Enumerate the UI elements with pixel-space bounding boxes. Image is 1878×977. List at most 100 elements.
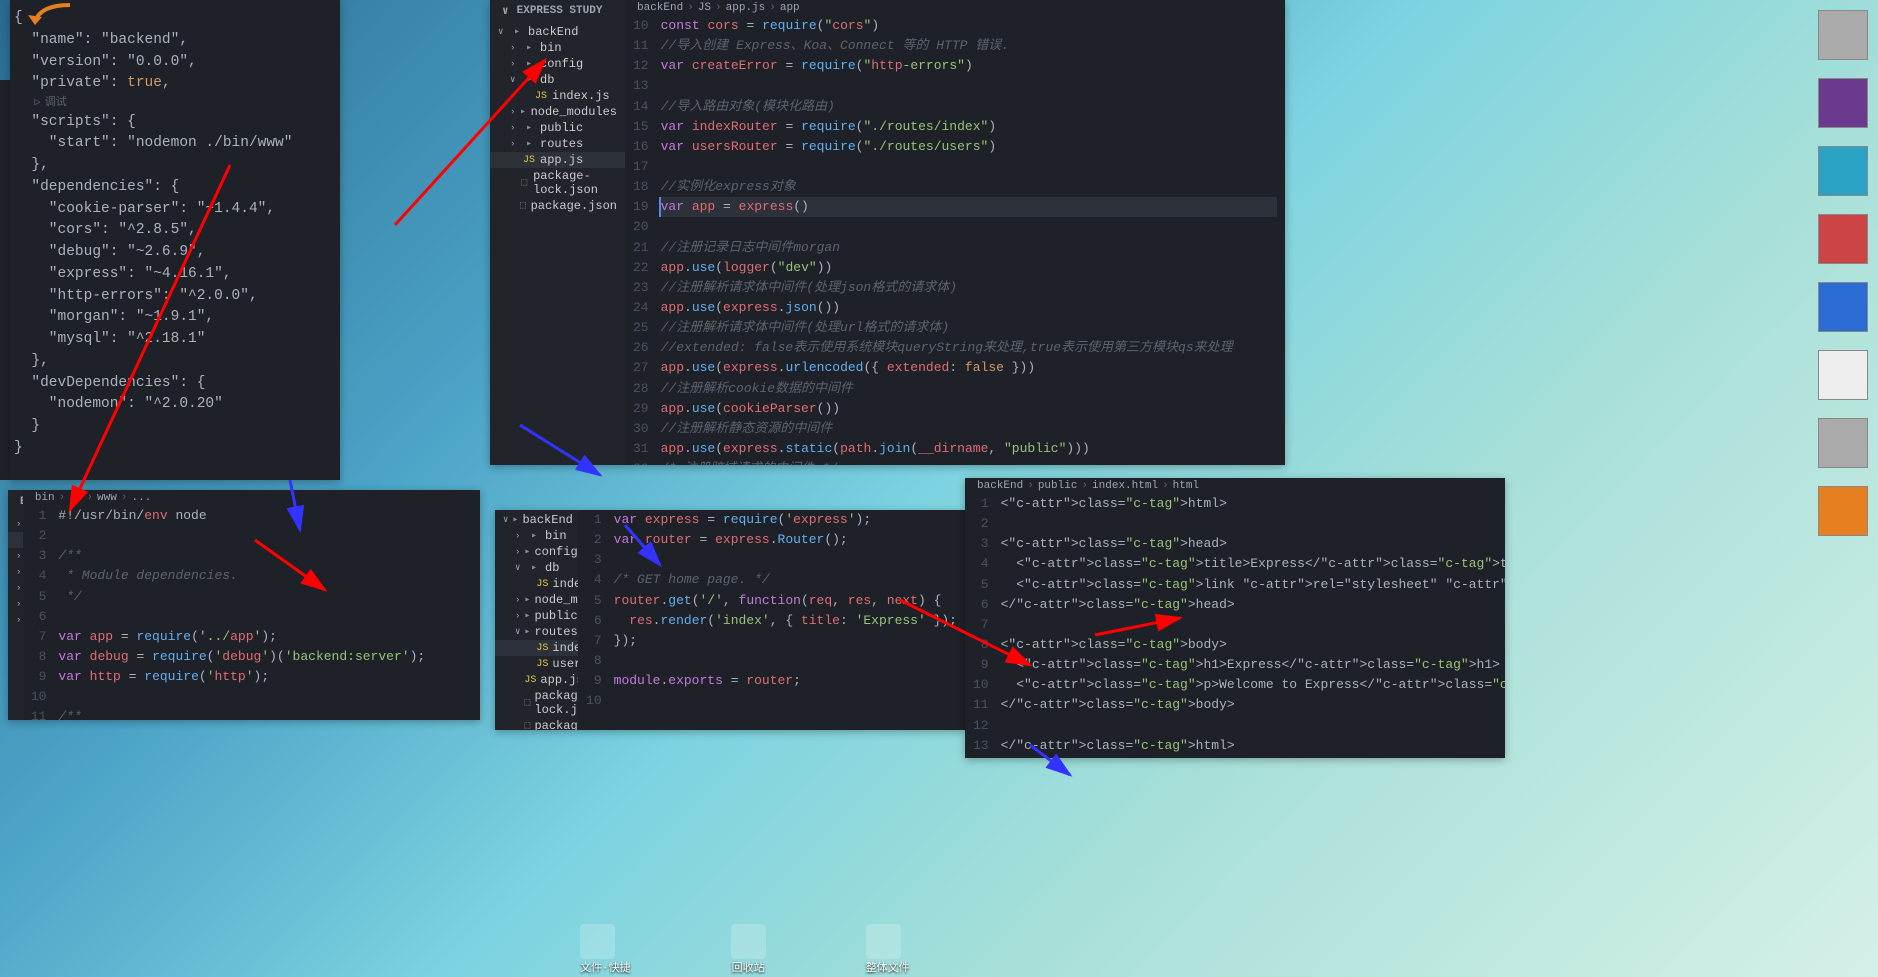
tree-item[interactable]: ∨▸routes xyxy=(495,624,578,640)
tree-item[interactable]: ⬚package.json xyxy=(495,718,578,730)
tree-item[interactable]: ›▸bin xyxy=(495,528,578,544)
tree-item[interactable]: JSapp.js xyxy=(8,628,23,644)
chevron-right-icon: › xyxy=(1027,480,1034,492)
chevron-right-icon: › xyxy=(687,2,694,14)
tree-item[interactable]: ›▸routes xyxy=(490,136,625,152)
panel-bin-www: BACKEND 📄 📁 ↻ ⊟ ›▸bin JSwww›▸config›▸db›… xyxy=(8,490,480,720)
breadcrumb-item[interactable]: ... xyxy=(131,492,151,504)
taskbar-icon[interactable] xyxy=(580,924,615,959)
chevron-icon: › xyxy=(515,531,523,541)
tree-item[interactable]: ›▸bin xyxy=(8,516,23,532)
chevron-icon: › xyxy=(515,595,520,605)
tree-item[interactable]: ⬚package.json xyxy=(490,198,625,214)
desktop-icon[interactable] xyxy=(1818,10,1868,60)
tree-item[interactable]: ∨▸db xyxy=(495,560,578,576)
file-tree-appjs[interactable]: ∨▸backEnd›▸bin›▸config∨▸db JSindex.js›▸n… xyxy=(490,22,625,216)
tree-item[interactable]: JSapp.js xyxy=(490,152,625,168)
breadcrumb-item[interactable]: index.html xyxy=(1092,480,1158,492)
taskbar-icon[interactable] xyxy=(866,924,901,959)
js-file-icon: JS xyxy=(536,641,548,655)
tree-item[interactable]: ⬚package-lock.json xyxy=(495,688,578,718)
file-tree-routes[interactable]: ∨▸backEnd›▸bin›▸config∨▸db JSindex.js›▸n… xyxy=(495,510,578,730)
js-file-icon: JS xyxy=(536,577,548,591)
tree-label: node_modules xyxy=(531,105,617,119)
breadcrumb-item[interactable]: backEnd xyxy=(977,480,1023,492)
tree-item[interactable]: JSusers.js xyxy=(495,656,578,672)
taskbar-icon[interactable] xyxy=(731,924,766,959)
code-app-js[interactable]: const cors = require("cors")//导入创建 Expre… xyxy=(661,16,1285,465)
folder-icon: ▸ xyxy=(527,561,541,575)
tree-item[interactable]: ›▸node_modules xyxy=(8,580,23,596)
tree-item[interactable]: ›▸bin xyxy=(490,40,625,56)
breadcrumb-item[interactable]: JS xyxy=(698,2,711,14)
tree-item[interactable]: ⬚package-lock.json xyxy=(490,168,625,198)
gutter: 12345678910111213 xyxy=(965,494,1001,758)
tree-item[interactable]: JSwww xyxy=(8,532,23,548)
desktop-icon[interactable] xyxy=(1818,282,1868,332)
tree-item[interactable]: ∨▸backEnd xyxy=(495,512,578,528)
breadcrumb-www[interactable]: bin › JS › www › ... xyxy=(23,490,480,506)
tree-label: backEnd xyxy=(528,25,578,39)
taskbar-label: 文件·快捷 xyxy=(580,959,631,975)
tree-item[interactable]: ›▸routes xyxy=(8,612,23,628)
code-index-html[interactable]: <"c-attr">class="c-tag">html> <"c-attr">… xyxy=(1001,494,1505,758)
chevron-right-icon: › xyxy=(121,492,128,504)
chevron-icon xyxy=(527,643,532,653)
desktop-icon[interactable] xyxy=(1818,146,1868,196)
desktop-icon[interactable] xyxy=(1818,486,1868,536)
tree-item[interactable]: ∨▸backEnd xyxy=(490,24,625,40)
tree-item[interactable]: ›▸node_modules xyxy=(490,104,625,120)
desktop-icon[interactable] xyxy=(1818,214,1868,264)
tree-item[interactable]: ›▸public xyxy=(490,120,625,136)
breadcrumb-item[interactable]: app xyxy=(780,2,800,14)
breadcrumb-item[interactable]: www xyxy=(97,492,117,504)
breadcrumb-item[interactable]: app.js xyxy=(726,2,766,14)
folder-icon: ▸ xyxy=(512,513,518,527)
breadcrumb-item[interactable]: backEnd xyxy=(637,2,683,14)
chevron-icon xyxy=(515,698,520,708)
code-package-json: { "name": "backend", "version": "0.0.0",… xyxy=(14,8,336,460)
tree-item[interactable]: JSapp.js xyxy=(495,672,578,688)
desktop-icon[interactable] xyxy=(1818,418,1868,468)
explorer-header: ∨ EXPRESS STUDY xyxy=(490,0,625,22)
breadcrumb-item[interactable]: bin xyxy=(35,492,55,504)
tree-item[interactable]: ›▸config xyxy=(495,544,578,560)
breadcrumb-html[interactable]: backEnd › public › index.html › html xyxy=(965,478,1505,494)
code-www[interactable]: #!/usr/bin/env node /** * Module depende… xyxy=(58,506,480,720)
tree-item[interactable]: JSindex.js xyxy=(495,640,578,656)
tree-item[interactable]: ›▸config xyxy=(490,56,625,72)
chevron-icon: › xyxy=(16,599,21,609)
tree-item[interactable]: ⬚package-lock.json xyxy=(8,644,23,674)
file-tree-www[interactable]: ›▸bin JSwww›▸config›▸db›▸node_modules›▸p… xyxy=(8,514,23,692)
breadcrumb-item[interactable]: public xyxy=(1038,480,1078,492)
tree-item[interactable]: ›▸db xyxy=(8,564,23,580)
breadcrumb-item[interactable]: html xyxy=(1173,480,1199,492)
tree-item[interactable]: ›▸node_modules xyxy=(495,592,578,608)
tree-item[interactable]: JSindex.js xyxy=(490,88,625,104)
desktop-icon[interactable] xyxy=(1818,350,1868,400)
tree-item[interactable]: ›▸public xyxy=(8,596,23,612)
panel-app-js: ∨ EXPRESS STUDY ∨▸backEnd›▸bin›▸config∨▸… xyxy=(490,0,1285,465)
tree-item[interactable]: ›▸config xyxy=(8,548,23,564)
gutter: 12345678910 xyxy=(578,510,614,711)
chevron-icon xyxy=(16,654,21,664)
tree-label: bin xyxy=(545,529,567,543)
tree-item[interactable]: ∨▸db xyxy=(490,72,625,88)
tree-label: app.js xyxy=(540,153,583,167)
chevron-icon: › xyxy=(16,615,21,625)
debug-hint[interactable]: ▷ 调试 xyxy=(14,95,328,112)
json-file-icon: ⬚ xyxy=(524,719,530,730)
chevron-icon: › xyxy=(16,583,21,593)
tree-item[interactable]: ›▸public xyxy=(495,608,578,624)
chevron-icon xyxy=(510,155,518,165)
tree-item[interactable]: ⬚package.json xyxy=(8,674,23,690)
breadcrumb-item[interactable]: JS xyxy=(69,492,82,504)
code-routes-index[interactable]: var express = require('express');var rou… xyxy=(614,510,965,711)
tree-label: routes xyxy=(534,625,577,639)
chevron-icon: › xyxy=(16,551,21,561)
desktop-icon[interactable] xyxy=(1818,78,1868,128)
tree-item[interactable]: JSindex.js xyxy=(495,576,578,592)
folder-icon: ▸ xyxy=(510,25,524,39)
js-file-icon: JS xyxy=(534,89,548,103)
breadcrumb-appjs[interactable]: backEnd › JS › app.js › app xyxy=(625,0,1285,16)
